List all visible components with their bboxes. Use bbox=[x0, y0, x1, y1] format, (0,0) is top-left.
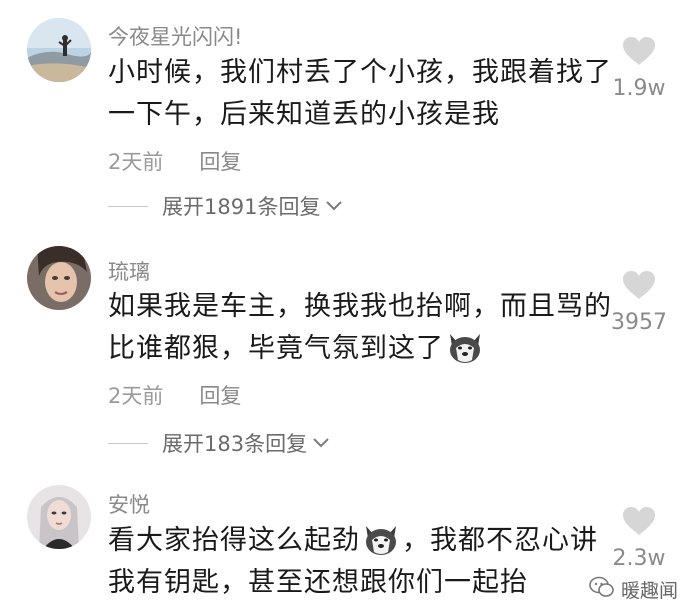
watermark: 暖趣闻 bbox=[589, 576, 678, 603]
avatar[interactable] bbox=[27, 485, 91, 549]
comment-text-body: 如果我是车主，换我我也抬啊，而且骂的比谁都狠，毕竟气氛到这了 bbox=[108, 291, 612, 364]
watermark-text: 暖趣闻 bbox=[620, 580, 678, 602]
expand-replies-button[interactable]: 展开1891条回复 bbox=[108, 191, 344, 221]
comment-text: 如果我是车主，换我我也抬啊，而且骂的比谁都狠，毕竟气氛到这了 bbox=[108, 286, 618, 370]
chevron-down-icon bbox=[311, 431, 331, 455]
expand-replies-label: 展开1891条回复 bbox=[162, 195, 321, 219]
like-count: 1.9w bbox=[612, 76, 666, 101]
reply-button[interactable]: 回复 bbox=[199, 384, 241, 408]
expand-replies-label: 展开183条回复 bbox=[162, 432, 308, 456]
avatar[interactable] bbox=[27, 246, 91, 310]
username[interactable]: 今夜星光闪闪! bbox=[108, 21, 242, 51]
reply-button[interactable]: 回复 bbox=[199, 150, 241, 174]
comment-text: 看大家抬得这么起劲 ，我都不忍心讲我有钥匙，甚至还想跟你们一起抬 bbox=[108, 520, 618, 604]
timestamp: 2天前 bbox=[108, 150, 164, 174]
husky-dog-emoji bbox=[362, 522, 400, 556]
husky-dog-emoji bbox=[446, 330, 484, 364]
expand-replies-button[interactable]: 展开183条回复 bbox=[108, 428, 331, 458]
comment-text-part-1: 看大家抬得这么起劲 bbox=[108, 525, 360, 556]
username[interactable]: 安悦 bbox=[108, 489, 150, 519]
like-button[interactable]: 2.3w bbox=[604, 506, 674, 571]
divider bbox=[108, 442, 148, 444]
timestamp: 2天前 bbox=[108, 384, 164, 408]
username[interactable]: 琉璃 bbox=[108, 256, 150, 286]
heart-icon bbox=[623, 271, 655, 299]
heart-icon bbox=[623, 507, 655, 535]
like-button[interactable]: 3957 bbox=[604, 270, 674, 335]
heart-icon bbox=[623, 37, 655, 65]
chevron-down-icon bbox=[324, 194, 344, 218]
comment-text: 小时候，我们村丢了个小孩，我跟着找了一下午，后来知道丢的小孩是我 bbox=[108, 57, 612, 130]
divider bbox=[108, 205, 148, 207]
avatar[interactable] bbox=[27, 18, 91, 82]
wechat-icon bbox=[589, 576, 615, 603]
like-button[interactable]: 1.9w bbox=[604, 36, 674, 101]
like-count: 2.3w bbox=[612, 546, 666, 571]
comment-meta: 2天前 回复 bbox=[108, 380, 241, 410]
comment-meta: 2天前 回复 bbox=[108, 146, 241, 176]
like-count: 3957 bbox=[611, 310, 667, 335]
